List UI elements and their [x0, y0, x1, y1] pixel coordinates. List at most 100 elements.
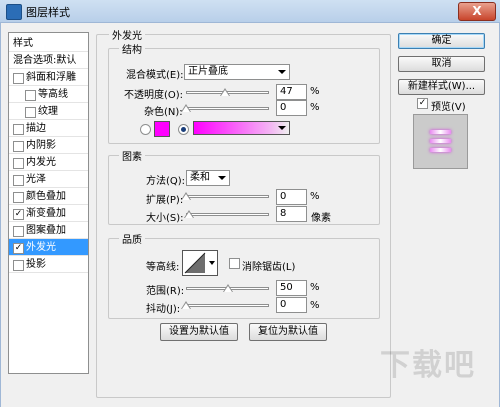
- style-list-label: 内阴影: [26, 140, 56, 151]
- style-checkbox[interactable]: [13, 141, 24, 152]
- style-list-label: 渐变叠加: [26, 208, 66, 219]
- style-list-item[interactable]: 颜色叠加: [9, 188, 88, 205]
- chevron-down-icon: [278, 126, 286, 130]
- style-checkbox[interactable]: [13, 226, 24, 237]
- style-list-label: 等高线: [38, 89, 68, 100]
- spread-field[interactable]: 0: [276, 189, 307, 205]
- chevron-down-icon: [218, 176, 226, 180]
- size-slider-track[interactable]: [186, 213, 269, 216]
- style-list-label: 外发光: [26, 242, 56, 253]
- contour-picker[interactable]: [182, 250, 218, 276]
- style-checkbox[interactable]: [13, 260, 24, 271]
- size-field[interactable]: 8: [276, 206, 307, 222]
- spread-unit: %: [310, 191, 320, 202]
- anti-alias-label: 消除锯齿(L): [242, 262, 296, 273]
- range-slider-thumb[interactable]: [222, 284, 233, 292]
- style-checkbox[interactable]: [13, 192, 24, 203]
- ok-button[interactable]: 确定: [398, 33, 485, 49]
- spread-label: 扩展(P):: [146, 195, 184, 206]
- preview-bar: [430, 130, 451, 134]
- blend-mode-dropdown[interactable]: 正片叠底: [184, 64, 290, 80]
- style-list-label: 纹理: [38, 106, 58, 117]
- elements-title: 图素: [119, 148, 145, 163]
- outer-glow-title: 外发光: [109, 27, 145, 42]
- style-list-item[interactable]: 内发光: [9, 154, 88, 171]
- range-unit: %: [310, 282, 320, 293]
- style-list-item[interactable]: 等高线: [9, 86, 88, 103]
- anti-alias-checkbox[interactable]: [229, 258, 240, 269]
- range-field[interactable]: 50: [276, 280, 307, 296]
- range-label: 范围(R):: [146, 286, 185, 297]
- preview-bar: [430, 139, 451, 143]
- watermark-logo: 下载吧: [380, 348, 476, 383]
- range-value: 50: [280, 282, 293, 293]
- jitter-slider-thumb[interactable]: [181, 301, 191, 309]
- style-list-item[interactable]: ✓ 渐变叠加: [9, 205, 88, 222]
- spread-slider-thumb[interactable]: [181, 192, 191, 200]
- noise-unit: %: [310, 102, 320, 113]
- style-list-item[interactable]: 投影: [9, 256, 88, 273]
- style-list-label: 样式: [13, 38, 33, 49]
- noise-slider-track[interactable]: [186, 107, 269, 110]
- opacity-slider-thumb[interactable]: [220, 88, 230, 96]
- blend-mode-label: 混合模式(E):: [126, 70, 184, 81]
- style-list-item[interactable]: 样式: [9, 35, 88, 52]
- style-list: 样式 混合选项:默认 斜面和浮雕 等高线 纹理 描边 内阴影 内发光 光泽 颜色叠加 ✓ 渐变叠加 图案…: [8, 32, 89, 374]
- style-checkbox[interactable]: ✓: [13, 209, 24, 220]
- contour-curve-icon: [184, 252, 215, 274]
- noise-field[interactable]: 0: [276, 100, 307, 116]
- jitter-value: 0: [280, 299, 287, 310]
- style-list-item[interactable]: 内阴影: [9, 137, 88, 154]
- style-list-label: 光泽: [26, 174, 46, 185]
- size-slider-thumb[interactable]: [183, 210, 194, 218]
- new-style-button[interactable]: 新建样式(W)...: [398, 79, 485, 95]
- title-bar: 图层样式 X: [0, 0, 500, 23]
- style-list-label: 描边: [26, 123, 46, 134]
- style-list-label: 图案叠加: [26, 225, 66, 236]
- style-list-label: 颜色叠加: [26, 191, 66, 202]
- method-dropdown[interactable]: 柔和: [186, 170, 230, 186]
- style-list-item[interactable]: ✓ 外发光: [9, 239, 88, 256]
- spread-slider-track[interactable]: [186, 195, 269, 198]
- jitter-field[interactable]: 0: [276, 297, 307, 313]
- style-list-item[interactable]: 斜面和浮雕: [9, 69, 88, 86]
- make-default-button[interactable]: 设置为默认值: [160, 323, 238, 341]
- jitter-unit: %: [310, 300, 320, 311]
- window-title: 图层样式: [26, 6, 70, 19]
- glow-gradient-picker[interactable]: [193, 121, 290, 135]
- preview-checkbox[interactable]: ✓: [417, 98, 428, 109]
- app-icon: [6, 4, 22, 20]
- structure-title: 结构: [119, 41, 145, 56]
- style-list-item[interactable]: 图案叠加: [9, 222, 88, 239]
- noise-slider-thumb[interactable]: [181, 104, 191, 112]
- style-preview-thumbnail: [413, 114, 468, 169]
- size-unit: 像素: [311, 213, 331, 224]
- style-checkbox[interactable]: ✓: [13, 243, 24, 254]
- cancel-button[interactable]: 取消: [398, 56, 485, 72]
- noise-label: 杂色(N):: [144, 107, 183, 118]
- solid-color-radio[interactable]: [140, 124, 151, 135]
- style-list-item[interactable]: 光泽: [9, 171, 88, 188]
- opacity-label: 不透明度(O):: [124, 90, 184, 101]
- size-label: 大小(S):: [146, 213, 184, 224]
- glow-color-swatch[interactable]: [154, 121, 170, 137]
- opacity-value: 47: [280, 86, 293, 97]
- style-checkbox[interactable]: [13, 124, 24, 135]
- style-list-item[interactable]: 描边: [9, 120, 88, 137]
- style-checkbox[interactable]: [13, 175, 24, 186]
- style-list-item[interactable]: 混合选项:默认: [9, 52, 88, 69]
- style-list-item[interactable]: 纹理: [9, 103, 88, 120]
- style-list-label: 投影: [26, 259, 46, 270]
- style-list-label: 内发光: [26, 157, 56, 168]
- method-label: 方法(Q):: [146, 176, 186, 187]
- opacity-field[interactable]: 47: [276, 84, 307, 100]
- style-checkbox[interactable]: [13, 158, 24, 169]
- style-checkbox[interactable]: [25, 107, 36, 118]
- reset-default-button[interactable]: 复位为默认值: [249, 323, 327, 341]
- style-checkbox[interactable]: [25, 90, 36, 101]
- quality-title: 品质: [119, 231, 145, 246]
- jitter-slider-track[interactable]: [186, 304, 269, 307]
- close-button[interactable]: X: [458, 2, 496, 21]
- style-checkbox[interactable]: [13, 73, 24, 84]
- gradient-radio[interactable]: [178, 124, 189, 135]
